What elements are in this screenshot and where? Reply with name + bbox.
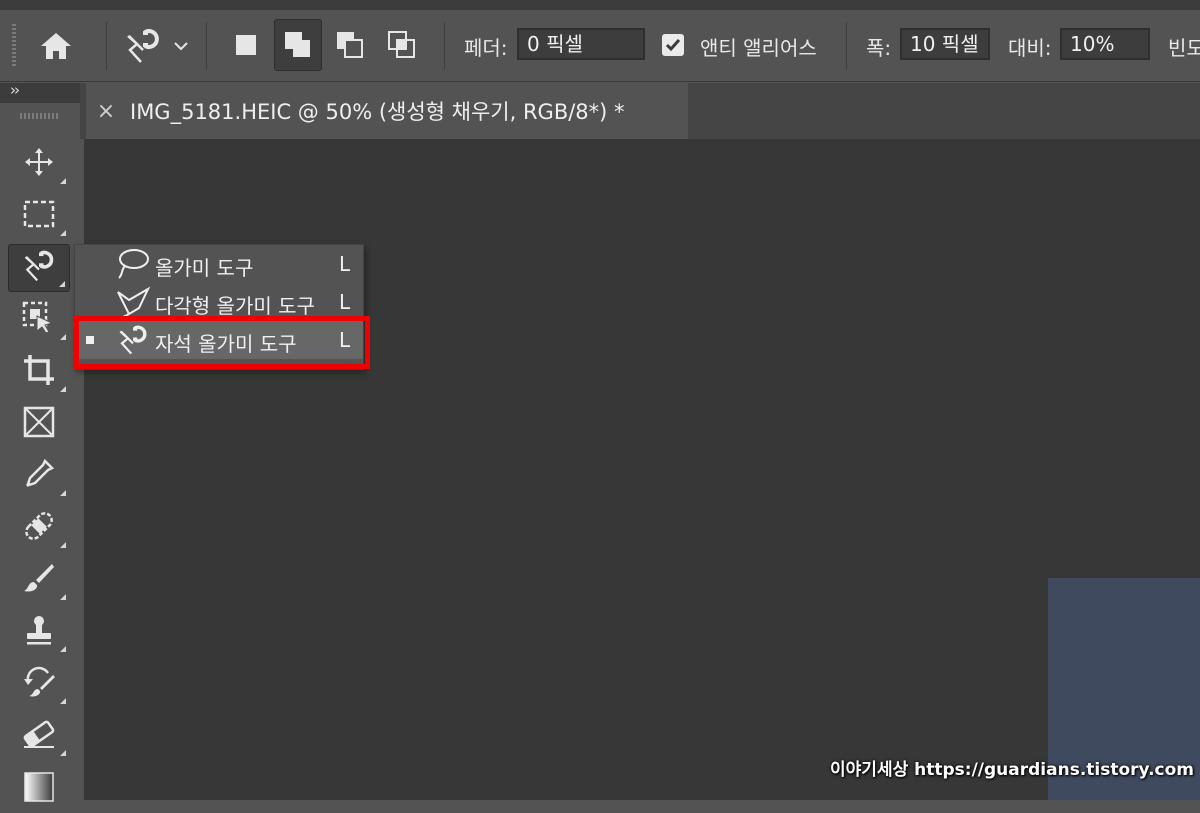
frequency-label: 빈도 <box>1168 36 1200 60</box>
options-grip[interactable] <box>12 24 16 68</box>
separator <box>846 22 847 70</box>
menu-item-lasso-tool[interactable]: 올가미 도구 L <box>75 245 363 283</box>
menu-item-label: 다각형 올가미 도구 <box>155 294 315 318</box>
separator <box>106 22 107 70</box>
polygonal-lasso-icon <box>113 285 153 319</box>
frame-icon <box>23 406 55 442</box>
marquee-tool[interactable] <box>8 192 70 240</box>
home-icon[interactable] <box>36 28 76 64</box>
bandage-icon <box>22 509 56 547</box>
tool-group-indicator <box>60 542 66 548</box>
move-tool[interactable] <box>8 140 70 188</box>
tool-group-indicator <box>60 334 66 340</box>
tools-panel-grip[interactable] <box>20 113 60 119</box>
gradient-icon <box>24 772 54 806</box>
document-tab[interactable]: × IMG_5181.HEIC @ 50% (생성형 채우기, RGB/8*) … <box>86 83 688 139</box>
contrast-label: 대비: <box>1008 36 1052 60</box>
chevron-down-icon[interactable] <box>170 36 192 56</box>
separator <box>444 22 445 70</box>
eyedropper-tool[interactable] <box>8 452 70 500</box>
contrast-input[interactable]: 10% <box>1060 28 1150 60</box>
healing-brush-tool[interactable] <box>8 504 70 552</box>
clone-stamp-tool[interactable] <box>8 608 70 656</box>
document-tab-title: IMG_5181.HEIC @ 50% (생성형 채우기, RGB/8*) * <box>130 100 625 124</box>
tool-group-indicator <box>60 386 66 392</box>
eraser-tool[interactable] <box>8 712 70 760</box>
width-input[interactable]: 10 픽셀 <box>900 28 990 60</box>
tool-group-indicator <box>60 698 66 704</box>
move-icon <box>23 146 55 182</box>
feather-label: 페더: <box>464 36 508 60</box>
antialias-label: 앤티 앨리어스 <box>700 36 817 60</box>
feather-input[interactable]: 0 픽셀 <box>517 28 645 60</box>
frame-tool[interactable] <box>8 400 70 448</box>
lasso-icon <box>113 247 153 281</box>
options-bar: 페더: 0 픽셀 앤티 앨리어스 폭: 10 픽셀 대비: 10% 빈도 <box>0 10 1200 82</box>
tool-group-indicator <box>60 646 66 652</box>
tool-group-indicator <box>60 230 66 236</box>
canvas-area[interactable] <box>84 139 1200 800</box>
add-to-selection-button[interactable] <box>274 19 322 71</box>
watermark: 이야기세상 https://guardians.tistory.com <box>830 760 1194 780</box>
collapse-panel-icon[interactable]: ›› <box>10 81 20 99</box>
brush-tool[interactable] <box>8 556 70 604</box>
brush-icon <box>22 561 56 599</box>
new-selection-button[interactable] <box>222 19 270 71</box>
annotation-highlight-box <box>74 316 370 369</box>
separator <box>206 22 207 70</box>
menu-item-shortcut: L <box>339 252 351 276</box>
tools-panel-header: ›› <box>0 81 80 103</box>
tool-group-indicator <box>60 594 66 600</box>
stamp-icon <box>23 614 55 650</box>
top-strip <box>0 0 1200 10</box>
tool-group-indicator <box>60 490 66 496</box>
document-tab-bar: × IMG_5181.HEIC @ 50% (생성형 채우기, RGB/8*) … <box>80 83 1200 139</box>
subtract-from-selection-button[interactable] <box>326 19 374 71</box>
eyedropper-icon <box>23 458 55 494</box>
object-selection-tool[interactable] <box>8 296 70 344</box>
rectangular-marquee-icon <box>23 200 55 232</box>
menu-item-shortcut: L <box>339 290 351 314</box>
width-label: 폭: <box>866 36 892 60</box>
gradient-tool[interactable] <box>8 765 70 813</box>
lasso-tool-active[interactable] <box>8 244 70 292</box>
tool-group-indicator <box>59 281 65 287</box>
close-tab-icon[interactable]: × <box>86 99 126 124</box>
history-brush-icon <box>22 665 56 703</box>
menu-item-label: 올가미 도구 <box>155 256 254 280</box>
tools-panel: ›› <box>0 81 80 802</box>
object-selection-icon <box>22 301 56 339</box>
crop-icon <box>22 353 56 391</box>
magnetic-lasso-tool-preset-icon[interactable] <box>118 24 168 68</box>
tool-group-indicator <box>60 750 66 756</box>
history-brush-tool[interactable] <box>8 660 70 708</box>
magnetic-lasso-icon <box>21 248 57 288</box>
antialias-checkbox[interactable] <box>662 34 684 56</box>
tool-group-indicator <box>60 178 66 184</box>
intersect-selection-button[interactable] <box>378 19 426 71</box>
crop-tool[interactable] <box>8 348 70 396</box>
eraser-icon <box>22 719 56 753</box>
